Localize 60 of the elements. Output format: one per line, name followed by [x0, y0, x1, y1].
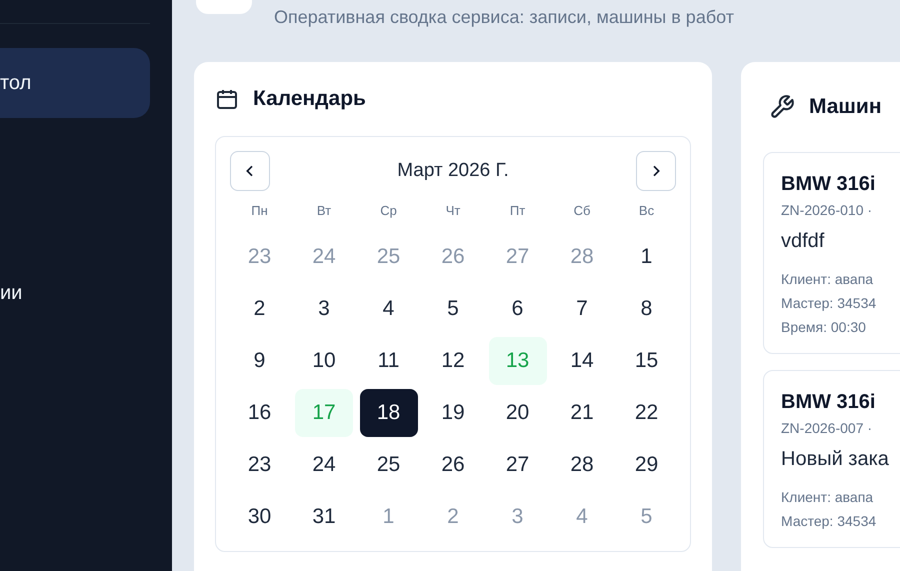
calendar-day[interactable]: 8	[618, 285, 676, 333]
calendar-day[interactable]: 31	[295, 493, 353, 541]
calendar-day[interactable]: 29	[618, 441, 676, 489]
calendar-day[interactable]: 4	[360, 285, 418, 333]
car-card[interactable]: BMW 316i ZN-2026-007 · Новый зака Клиент: авапа Мастер: 34534	[763, 370, 900, 548]
calendar-day[interactable]: 23	[230, 441, 288, 489]
calendar-day[interactable]: 25	[360, 441, 418, 489]
order-code: ZN-2026-007 ·	[781, 420, 874, 436]
calendar-day[interactable]: 11	[360, 337, 418, 385]
calendar-day[interactable]: 26	[424, 441, 482, 489]
order-detail: Время: 00:30	[781, 318, 867, 337]
order-code: ZN-2026-010 ·	[781, 202, 874, 218]
calendar-day[interactable]: 15	[618, 337, 676, 385]
calendar-day[interactable]: 19	[424, 389, 482, 437]
weekday-label: Чт	[444, 202, 462, 220]
weekday-label: Пт	[508, 202, 526, 220]
wrench-icon	[769, 94, 795, 120]
calendar-day[interactable]: 16	[230, 389, 288, 437]
calendar-day[interactable]: 12	[424, 337, 482, 385]
calendar-day[interactable]: 9	[230, 337, 288, 385]
order-detail: Мастер: 34534	[781, 294, 878, 313]
calendar-day[interactable]: 7	[553, 285, 611, 333]
weekday-label: Вт	[316, 202, 332, 220]
page-subtitle: Оперативная сводка сервиса: записи, машины в работ	[274, 7, 734, 28]
next-month-button[interactable]	[636, 151, 676, 191]
nav-item[interactable]: ии	[0, 258, 150, 328]
calendar-icon	[215, 87, 239, 111]
car-card[interactable]: BMW 316i ZN-2026-010 · vdfdf Клиент: авапа Мастер: 34534 Время: 00:30	[763, 152, 900, 354]
previous-month-button[interactable]	[230, 151, 270, 191]
calendar-day[interactable]: 2	[230, 285, 288, 333]
weekday-label: Пн	[250, 202, 269, 220]
month-label: Март 2026 Г.	[397, 160, 509, 182]
order-description: vdfdf	[781, 230, 826, 253]
calendar-day[interactable]: 30	[230, 493, 288, 541]
order-detail: Клиент: авапа	[781, 270, 874, 289]
calendar-day[interactable]: 27	[488, 441, 546, 489]
header-tile	[196, 0, 252, 14]
weekday-label: Ср	[379, 202, 398, 220]
calendar-day[interactable]: 10	[295, 337, 353, 385]
calendar-day[interactable]: 21	[553, 389, 611, 437]
card-title: Машин	[809, 95, 882, 119]
calendar-day[interactable]: 5	[424, 285, 482, 333]
calendar-day[interactable]: 24	[295, 441, 353, 489]
calendar-day[interactable]: 28	[553, 441, 611, 489]
car-title: BMW 316i	[781, 391, 876, 414]
order-detail: Мастер: 34534	[781, 512, 878, 531]
calendar-day[interactable]: 22	[618, 389, 676, 437]
calendar-day[interactable]: 1	[618, 233, 676, 281]
order-description: Новый зака	[781, 448, 890, 471]
order-detail: Клиент: авапа	[781, 488, 874, 507]
calendar-day[interactable]: 6	[488, 285, 546, 333]
nav-item[interactable]: тол	[0, 48, 150, 118]
calendar-day[interactable]: 20	[488, 389, 546, 437]
card-title: Календарь	[253, 87, 366, 111]
calendar-day[interactable]: 3	[295, 285, 353, 333]
calendar-day[interactable]: 18	[360, 389, 418, 437]
weekday-label: Сб	[572, 202, 592, 220]
weekday-label: Вс	[638, 202, 656, 220]
calendar-day[interactable]: 14	[553, 337, 611, 385]
car-title: BMW 316i	[781, 173, 876, 196]
